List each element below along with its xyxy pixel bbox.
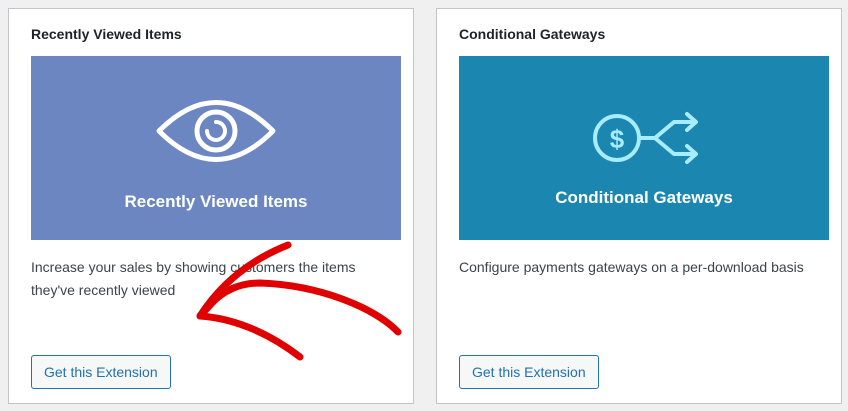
card-description: Increase your sales by showing customers… xyxy=(31,259,356,298)
banner-title: Conditional Gateways xyxy=(555,188,733,207)
extension-banner: $ Conditional Gateways xyxy=(459,56,829,240)
svg-text:$: $ xyxy=(610,124,625,154)
extension-banner: Recently Viewed Items xyxy=(31,56,401,240)
card-title: Conditional Gateways xyxy=(459,26,606,42)
extensions-page: Recently Viewed Items Recently Viewed It… xyxy=(0,0,848,411)
extension-card-conditional-gateways: Conditional Gateways $ Conditional Gatew… xyxy=(436,8,842,404)
card-title: Recently Viewed Items xyxy=(31,26,182,42)
banner-title: Recently Viewed Items xyxy=(124,192,308,211)
get-extension-button[interactable]: Get this Extension xyxy=(31,355,171,389)
extension-card-recently-viewed: Recently Viewed Items Recently Viewed It… xyxy=(8,8,414,404)
get-extension-button[interactable]: Get this Extension xyxy=(459,355,599,389)
card-description: Configure payments gateways on a per-dow… xyxy=(459,259,804,275)
eye-icon xyxy=(156,100,276,162)
dollar-split-icon: $ xyxy=(593,112,698,164)
